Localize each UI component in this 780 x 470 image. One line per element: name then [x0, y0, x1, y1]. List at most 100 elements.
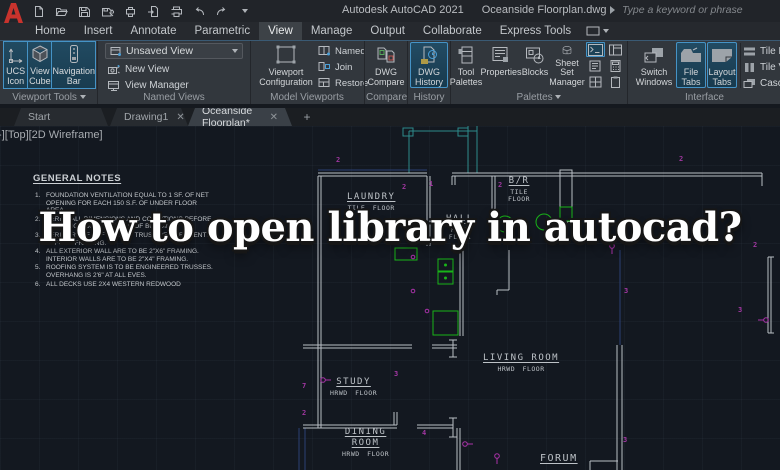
sub-separator [740, 43, 741, 88]
keynote-marker: 3 [394, 370, 399, 378]
autocad-window: Autodesk AutoCAD 2021 Oceanside Floorpla… [0, 0, 780, 470]
viewport-controls[interactable]: [-][Top][2D Wireframe] [0, 129, 103, 141]
named-viewports-button[interactable]: Named [318, 44, 366, 58]
file-tab-start[interactable]: Start [14, 108, 108, 126]
close-tab-icon[interactable]: ✕ [176, 112, 184, 123]
switch-windows-button[interactable]: Switch Windows [632, 42, 676, 88]
tab-output[interactable]: Output [361, 22, 414, 40]
tool-palettes-button[interactable]: Tool Palettes [450, 42, 482, 88]
panel-separator [627, 41, 628, 104]
panel-title[interactable]: Interface [629, 92, 780, 103]
chevron-down-icon [232, 49, 238, 53]
sheet-set-manager-button[interactable]: Sheet Set Manager [549, 42, 585, 88]
tile-horizontally-button[interactable]: Tile Horizontally [743, 44, 780, 58]
named-views-dropdown[interactable]: Unsaved View [105, 43, 243, 59]
tab-express-tools[interactable]: Express Tools [491, 22, 580, 40]
notes-title: GENERAL NOTES [33, 173, 122, 184]
tile-horizontal-icon [744, 47, 755, 55]
blocks-palette-button[interactable]: Blocks [521, 42, 549, 88]
button-label: Blocks [521, 67, 549, 77]
drawing-canvas[interactable]: [-][Top][2D Wireframe] GENERAL NOTES FOU… [0, 126, 780, 470]
design-center-button[interactable] [606, 42, 625, 57]
save-as-button[interactable] [99, 3, 115, 19]
panel-title[interactable]: Palettes [451, 92, 627, 103]
redo-button[interactable] [214, 3, 230, 19]
panel-title[interactable]: Viewport Tools [2, 92, 96, 103]
file-tab-oceanside-floorplan[interactable]: Oceanside Floorplan* ✕ [188, 108, 292, 126]
panel-title[interactable]: Named Views [99, 92, 249, 103]
clipboard-button[interactable] [606, 74, 625, 89]
save-button[interactable] [76, 3, 92, 19]
open-folder-icon [55, 7, 68, 16]
export-button[interactable] [145, 3, 161, 19]
layout-tabs-toggle-button[interactable]: Layout Tabs [707, 42, 737, 88]
room-label-study: STUDY HRWD FLOOR [330, 377, 378, 397]
command-line-icon [588, 43, 603, 56]
tab-insert[interactable]: Insert [75, 22, 122, 40]
cascade-button[interactable]: Cascade [743, 76, 780, 90]
tab-label: Start [28, 111, 51, 123]
tile-vertically-button[interactable]: Tile Vertically [743, 60, 780, 74]
markup-icon [589, 60, 601, 71]
item-label: Named [335, 45, 366, 57]
join-viewports-button[interactable]: Join [318, 60, 352, 74]
print-button[interactable] [168, 3, 184, 19]
panel-named-views: Unsaved View New View View Manager Named… [99, 41, 249, 104]
camera-icon [108, 64, 120, 74]
view-manager-button[interactable]: View Manager [107, 78, 189, 92]
undo-button[interactable] [191, 3, 207, 19]
panel-title[interactable]: Model Viewports [252, 92, 362, 103]
file-tab-drawing1[interactable]: Drawing1 ✕ [110, 108, 188, 126]
open-file-button[interactable] [53, 3, 69, 19]
switch-windows-icon [644, 48, 663, 63]
blocks-icon [526, 47, 544, 64]
quickcalc-button[interactable] [606, 58, 625, 73]
viewport-configuration-button[interactable]: Viewport Configuration [254, 42, 318, 88]
file-tabs-toggle-button[interactable]: File Tabs [676, 42, 706, 88]
tab-manage[interactable]: Manage [302, 22, 362, 40]
item-label: Cascade [760, 77, 780, 89]
button-label: Switch Windows [635, 67, 673, 87]
new-drawing-tab-button[interactable]: + [300, 110, 314, 124]
panel-title[interactable]: Compare [366, 92, 407, 103]
save-as-icon [101, 7, 114, 16]
customize-qat-button[interactable] [237, 3, 253, 19]
view-cube-toggle-button[interactable]: View Cube [28, 42, 53, 88]
tab-collaborate[interactable]: Collaborate [414, 22, 491, 40]
view-manager-icon [108, 80, 119, 91]
export-doc-icon [147, 5, 158, 17]
tab-home[interactable]: Home [26, 22, 75, 40]
count-button[interactable] [586, 74, 605, 89]
sheet-set-roll-icon [562, 46, 572, 55]
panel-title[interactable]: History [409, 92, 449, 103]
help-search [610, 3, 780, 17]
overlay-headline: How to open library in autocad? [38, 204, 742, 251]
properties-palette-button[interactable]: Properties [480, 42, 522, 88]
search-input[interactable] [620, 3, 774, 17]
tab-parametric[interactable]: Parametric [186, 22, 260, 40]
ribbon: UCS Icon View Cube Navigation Bar Viewpo… [0, 40, 780, 104]
autocad-logo-icon[interactable] [2, 1, 24, 25]
ucs-axes-icon [8, 48, 22, 64]
tab-view[interactable]: View [259, 22, 302, 40]
command-line-button[interactable] [586, 42, 605, 57]
item-label: Join [335, 61, 353, 73]
restore-viewports-button[interactable]: Restore [318, 76, 368, 90]
new-view-button[interactable]: New View [107, 62, 169, 76]
close-tab-icon[interactable]: ✕ [270, 112, 278, 123]
dwg-history-button[interactable]: DWG History [410, 42, 448, 88]
plot-button[interactable] [122, 3, 138, 19]
count-grid-icon [589, 76, 602, 87]
keynote-marker: 7 [302, 382, 307, 390]
panel-viewport-tools: UCS Icon View Cube Navigation Bar Viewpo… [2, 41, 96, 104]
navigation-bar-toggle-button[interactable]: Navigation Bar [52, 42, 95, 88]
ucs-icon-toggle-button[interactable]: UCS Icon [4, 42, 29, 88]
keynote-marker: 2 [498, 181, 503, 189]
markup-set-manager-button[interactable] [586, 58, 605, 73]
button-label: Layout Tabs [708, 67, 736, 87]
file-tabs-icon [681, 47, 701, 62]
dwg-compare-button[interactable]: DWG Compare [368, 42, 405, 88]
tab-annotate[interactable]: Annotate [121, 22, 185, 40]
new-file-button[interactable] [30, 3, 46, 19]
ribbon-display-options-button[interactable] [586, 22, 610, 40]
